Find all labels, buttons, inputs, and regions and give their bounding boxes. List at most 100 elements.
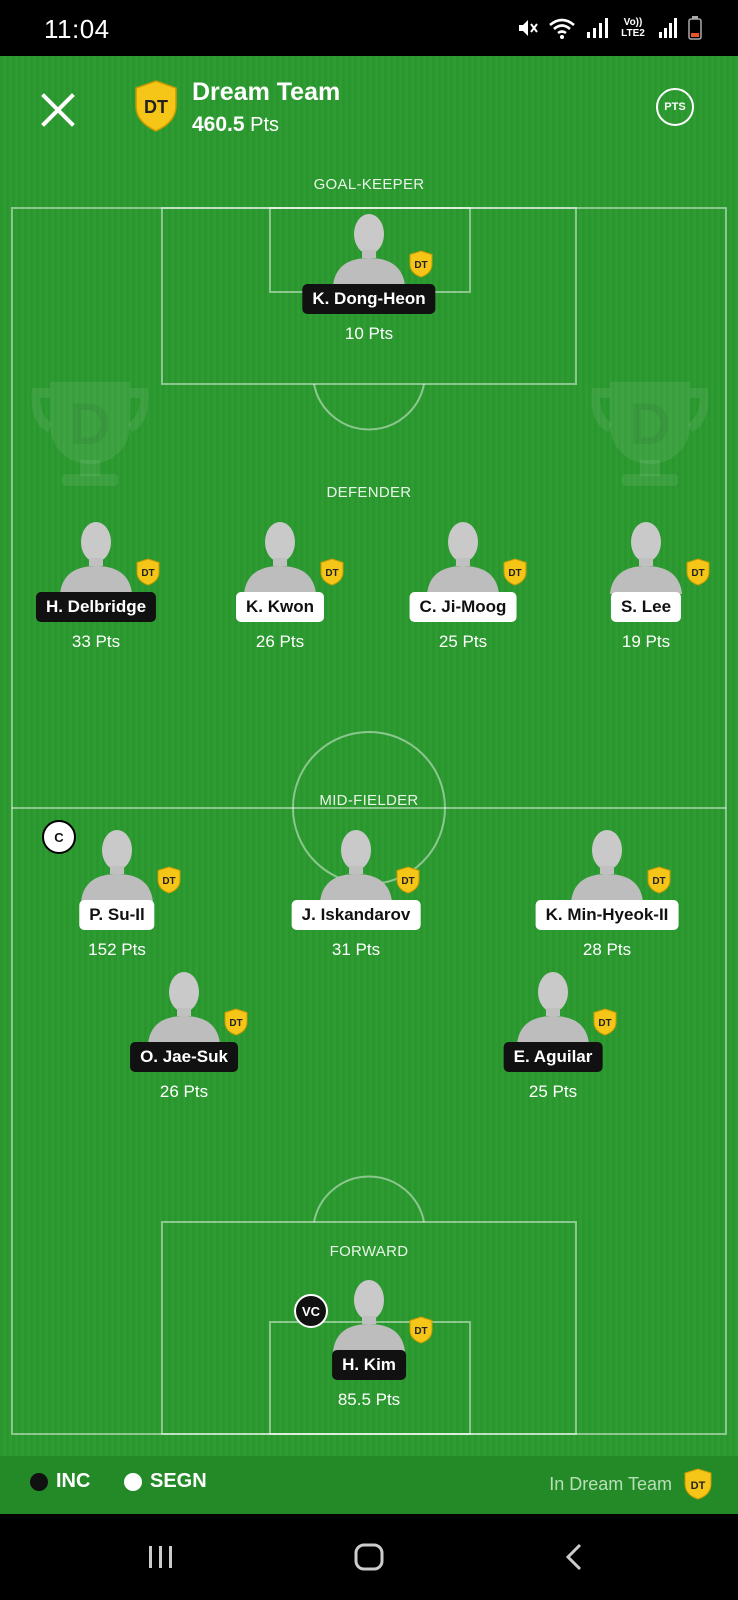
player-avatar-icon — [610, 522, 682, 594]
trophy-watermark-icon: D — [591, 382, 709, 486]
svg-text:DT: DT — [598, 1018, 611, 1029]
signal-icon — [659, 18, 677, 38]
dream-team-badge-icon: DT — [503, 558, 527, 586]
svg-text:DT: DT — [144, 97, 168, 117]
svg-text:DT: DT — [325, 568, 338, 579]
player-name: K. Min-Hyeok-II — [535, 900, 679, 930]
dream-team-badge-icon: DT — [134, 80, 178, 137]
captain-badge: C — [42, 820, 76, 854]
team-points-value: 460.5 — [192, 113, 245, 136]
section-label-midfielder: MID-FIELDER — [319, 792, 419, 809]
team1-color-dot — [30, 1472, 48, 1491]
svg-text:D: D — [629, 392, 671, 457]
player-name: S. Lee — [610, 592, 682, 622]
legend-team2: SEGN — [124, 1470, 207, 1493]
svg-text:D: D — [69, 392, 111, 457]
back-icon — [565, 1543, 582, 1571]
player-avatar-icon — [333, 214, 405, 286]
player-avatar-icon — [81, 830, 153, 902]
dream-team-badge-icon: DT — [409, 1316, 433, 1344]
team2-color-dot — [124, 1472, 142, 1491]
legend-team1-label: INC — [56, 1470, 91, 1492]
wifi-icon — [549, 18, 575, 39]
svg-text:DT: DT — [691, 1480, 706, 1492]
legend-bar: INC SEGN In Dream Team DT — [0, 1456, 738, 1514]
player-name: P. Su-Il — [79, 900, 155, 930]
system-nav-bar — [0, 1514, 738, 1600]
player-points: 10 Pts — [344, 324, 394, 343]
svg-text:DT: DT — [141, 568, 154, 579]
player-avatar-icon — [571, 830, 643, 902]
recent-apps-button[interactable] — [146, 1542, 176, 1577]
player-points: 26 Pts — [159, 1082, 209, 1101]
player-avatar-icon — [60, 522, 132, 594]
home-icon — [354, 1543, 384, 1571]
dream-team-badge-icon: DT — [593, 1008, 617, 1036]
section-label-defender: DEFENDER — [326, 484, 412, 501]
dream-team-badge-icon: DT — [686, 558, 710, 586]
dream-team-badge-icon: DT — [320, 558, 344, 586]
team-points-unit: Pts — [250, 114, 280, 136]
svg-text:DT: DT — [229, 1018, 242, 1029]
dream-team-badge-icon: DT — [409, 250, 433, 278]
section-label-goalkeeper: GOAL-KEEPER — [313, 176, 425, 193]
player-avatar-icon — [333, 1280, 405, 1352]
dream-team-badge-icon: DT — [224, 1008, 248, 1036]
player-points: 152 Pts — [88, 940, 146, 959]
player-name: K. Dong-Heon — [302, 284, 436, 314]
dream-team-badge-icon: DT — [684, 1468, 712, 1500]
trophy-watermark-icon: D — [31, 382, 149, 486]
home-button[interactable] — [354, 1542, 384, 1577]
player-points: 25 Pts — [438, 632, 488, 651]
player-name: H. Kim — [332, 1350, 406, 1380]
svg-text:DT: DT — [414, 260, 427, 271]
player-points: 31 Pts — [331, 940, 381, 959]
player-points: 85.5 Pts — [337, 1390, 401, 1409]
player-points: 26 Pts — [255, 632, 305, 651]
pts-toggle-button[interactable]: PTS — [656, 88, 694, 126]
dream-team-badge-icon: DT — [136, 558, 160, 586]
status-bar: 11:04 Vo)) LTE2 — [0, 0, 738, 56]
player-avatar-icon — [320, 830, 392, 902]
section-label-forward: FORWARD — [329, 1243, 409, 1260]
player-name: H. Delbridge — [35, 592, 157, 622]
player-name: E. Aguilar — [503, 1042, 603, 1072]
recent-apps-icon — [149, 1546, 172, 1568]
status-time: 11:04 — [44, 14, 110, 44]
svg-text:DT: DT — [508, 568, 521, 579]
player-avatar-icon — [148, 972, 220, 1044]
player-points: 19 Pts — [621, 632, 671, 651]
player-name: J. Iskandarov — [291, 900, 421, 930]
svg-text:DT: DT — [401, 876, 414, 887]
volte-icon: Vo)) LTE2 — [621, 17, 645, 39]
player-name: O. Jae-Suk — [130, 1042, 238, 1072]
dream-team-badge-icon: DT — [157, 866, 181, 894]
close-button[interactable] — [36, 88, 80, 132]
svg-text:DT: DT — [652, 876, 665, 887]
pitch: D D DT Dream Team 460.5 Pts PTS GOAL-KEE… — [0, 56, 738, 1456]
dream-team-badge-icon: DT — [396, 866, 420, 894]
svg-text:DT: DT — [414, 1326, 427, 1337]
svg-text:DT: DT — [691, 568, 704, 579]
player-name: C. Ji-Moog — [409, 592, 517, 622]
player-points: 33 Pts — [71, 632, 121, 651]
legend-team1: INC — [30, 1470, 90, 1493]
status-icons: Vo)) LTE2 — [516, 14, 702, 42]
close-icon — [41, 93, 75, 127]
mute-icon — [519, 20, 538, 36]
svg-text:DT: DT — [162, 876, 175, 887]
back-button[interactable] — [560, 1542, 590, 1577]
player-avatar-icon — [517, 972, 589, 1044]
signal-icon — [587, 18, 608, 38]
team-total-points: 460.5 Pts — [192, 113, 279, 137]
player-avatar-icon — [244, 522, 316, 594]
player-avatar-icon — [427, 522, 499, 594]
in-dream-team-label: In Dream Team — [549, 1473, 672, 1494]
player-points: 28 Pts — [582, 940, 632, 959]
vice-captain-badge: VC — [294, 1294, 328, 1328]
battery-icon — [688, 16, 702, 40]
dream-team-badge-icon: DT — [647, 866, 671, 894]
player-points: 25 Pts — [528, 1082, 578, 1101]
player-name: K. Kwon — [236, 592, 324, 622]
legend-in-dream-team: In Dream Team DT — [549, 1468, 712, 1500]
